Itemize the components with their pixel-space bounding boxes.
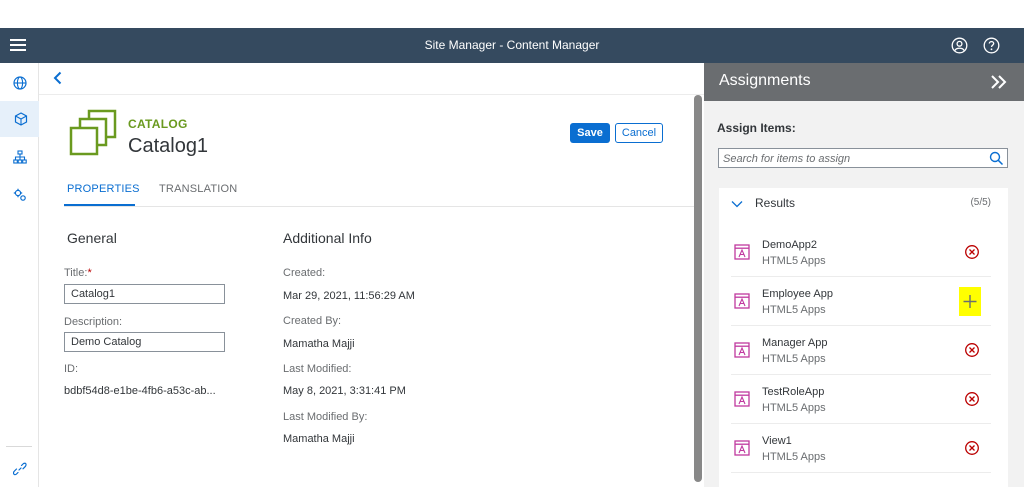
created-by-value: Mamatha Majji: [283, 338, 355, 350]
results-header[interactable]: Results (5/5): [719, 188, 1008, 218]
assignments-header: Assignments: [704, 63, 1024, 101]
item-name: TestRoleApp: [762, 386, 825, 398]
tab-properties[interactable]: PROPERTIES: [67, 183, 140, 195]
remove-icon[interactable]: [964, 342, 980, 358]
item-name: DemoApp2: [762, 239, 818, 251]
html5-app-icon: [734, 342, 750, 358]
list-item: Employee App HTML5 Apps: [731, 277, 991, 326]
html5-app-icon: [734, 391, 750, 407]
nav-sites[interactable]: [0, 65, 39, 101]
last-modified-by-label: Last Modified By:: [283, 411, 368, 423]
nav-hierarchy[interactable]: [0, 139, 39, 175]
active-tab-indicator: [64, 204, 135, 206]
add-icon: [963, 295, 977, 308]
results-panel: Results (5/5) DemoApp2 HTML5 Apps Employ…: [719, 188, 1008, 487]
additional-info-title: Additional Info: [283, 230, 372, 246]
html5-app-icon: [734, 244, 750, 260]
list-item: TestRoleApp HTML5 Apps: [731, 375, 991, 424]
hierarchy-icon: [12, 150, 27, 164]
gears-icon: [13, 188, 26, 201]
item-type: HTML5 Apps: [762, 353, 826, 365]
html5-app-icon: [734, 293, 750, 309]
remove-icon[interactable]: [964, 391, 980, 407]
title-input[interactable]: [64, 284, 225, 304]
title-label: Title:*: [64, 267, 92, 279]
item-name: Employee App: [762, 288, 833, 300]
chevron-down-icon: [731, 201, 743, 208]
list-item: DemoApp2 HTML5 Apps: [731, 228, 991, 277]
item-name: Manager App: [762, 337, 828, 349]
last-modified-value: May 8, 2021, 3:31:41 PM: [283, 385, 406, 397]
object-type: CATALOG: [128, 117, 188, 131]
nav-separator: [6, 446, 32, 447]
results-title: Results: [755, 196, 796, 210]
description-label: Description:: [64, 316, 123, 328]
item-type: HTML5 Apps: [762, 402, 826, 414]
list-item: Manager App HTML5 Apps: [731, 326, 991, 375]
item-name: View1: [762, 435, 792, 447]
side-navigation: [0, 63, 39, 487]
cube-icon: [14, 112, 28, 126]
general-section-title: General: [67, 230, 117, 246]
collapse-panel-icon[interactable]: [989, 72, 1009, 92]
id-value: bdbf54d8-e1be-4fb6-a53c-ab...: [64, 385, 216, 397]
assign-items-label: Assign Items:: [717, 121, 796, 135]
help-icon[interactable]: [983, 37, 1000, 54]
item-type: HTML5 Apps: [762, 255, 826, 267]
shell-bar: Site Manager - Content Manager: [0, 28, 1024, 63]
tab-bar: PROPERTIES TRANSLATION: [64, 175, 694, 207]
assign-search-input[interactable]: [723, 151, 983, 166]
last-modified-label: Last Modified:: [283, 363, 352, 375]
content-scrollbar[interactable]: [694, 95, 702, 482]
nav-link[interactable]: [0, 451, 39, 487]
assignments-title: Assignments: [719, 72, 811, 89]
item-type: HTML5 Apps: [762, 304, 826, 316]
search-icon[interactable]: [989, 151, 1004, 166]
catalog-name: Catalog1: [128, 135, 209, 157]
user-icon[interactable]: [951, 37, 968, 54]
top-strip: [0, 0, 1024, 28]
assign-search-field: [718, 148, 1008, 168]
shell-title: Site Manager - Content Manager: [424, 38, 600, 52]
list-item: View1 HTML5 Apps: [731, 424, 991, 473]
last-modified-by-value: Mamatha Majji: [283, 433, 355, 445]
cancel-button[interactable]: Cancel: [615, 123, 663, 143]
nav-content-manager[interactable]: [0, 101, 39, 137]
assignments-panel: Assignments Assign Items: Results (5/5) …: [704, 63, 1024, 487]
required-mark: *: [87, 267, 92, 279]
remove-icon[interactable]: [964, 440, 980, 456]
item-type: HTML5 Apps: [762, 451, 826, 463]
link-icon: [12, 462, 27, 476]
catalog-icon: [69, 109, 117, 156]
nav-settings[interactable]: [0, 177, 39, 213]
back-icon[interactable]: [51, 70, 65, 86]
created-label: Created:: [283, 267, 326, 279]
save-button[interactable]: Save: [570, 123, 610, 143]
back-bar: [39, 63, 704, 95]
description-input[interactable]: [64, 332, 225, 352]
globe-icon: [12, 76, 27, 90]
results-count: (5/5): [970, 197, 991, 208]
title-label-text: Title:: [64, 267, 88, 279]
html5-app-icon: [734, 440, 750, 456]
add-button[interactable]: [959, 287, 981, 316]
catalog-editor: CATALOG Catalog1 Save Cancel PROPERTIES …: [39, 63, 704, 487]
remove-icon[interactable]: [964, 244, 980, 260]
id-label: ID:: [64, 363, 79, 375]
tab-translation[interactable]: TRANSLATION: [159, 183, 237, 195]
created-value: Mar 29, 2021, 11:56:29 AM: [283, 290, 415, 302]
created-by-label: Created By:: [283, 315, 342, 327]
